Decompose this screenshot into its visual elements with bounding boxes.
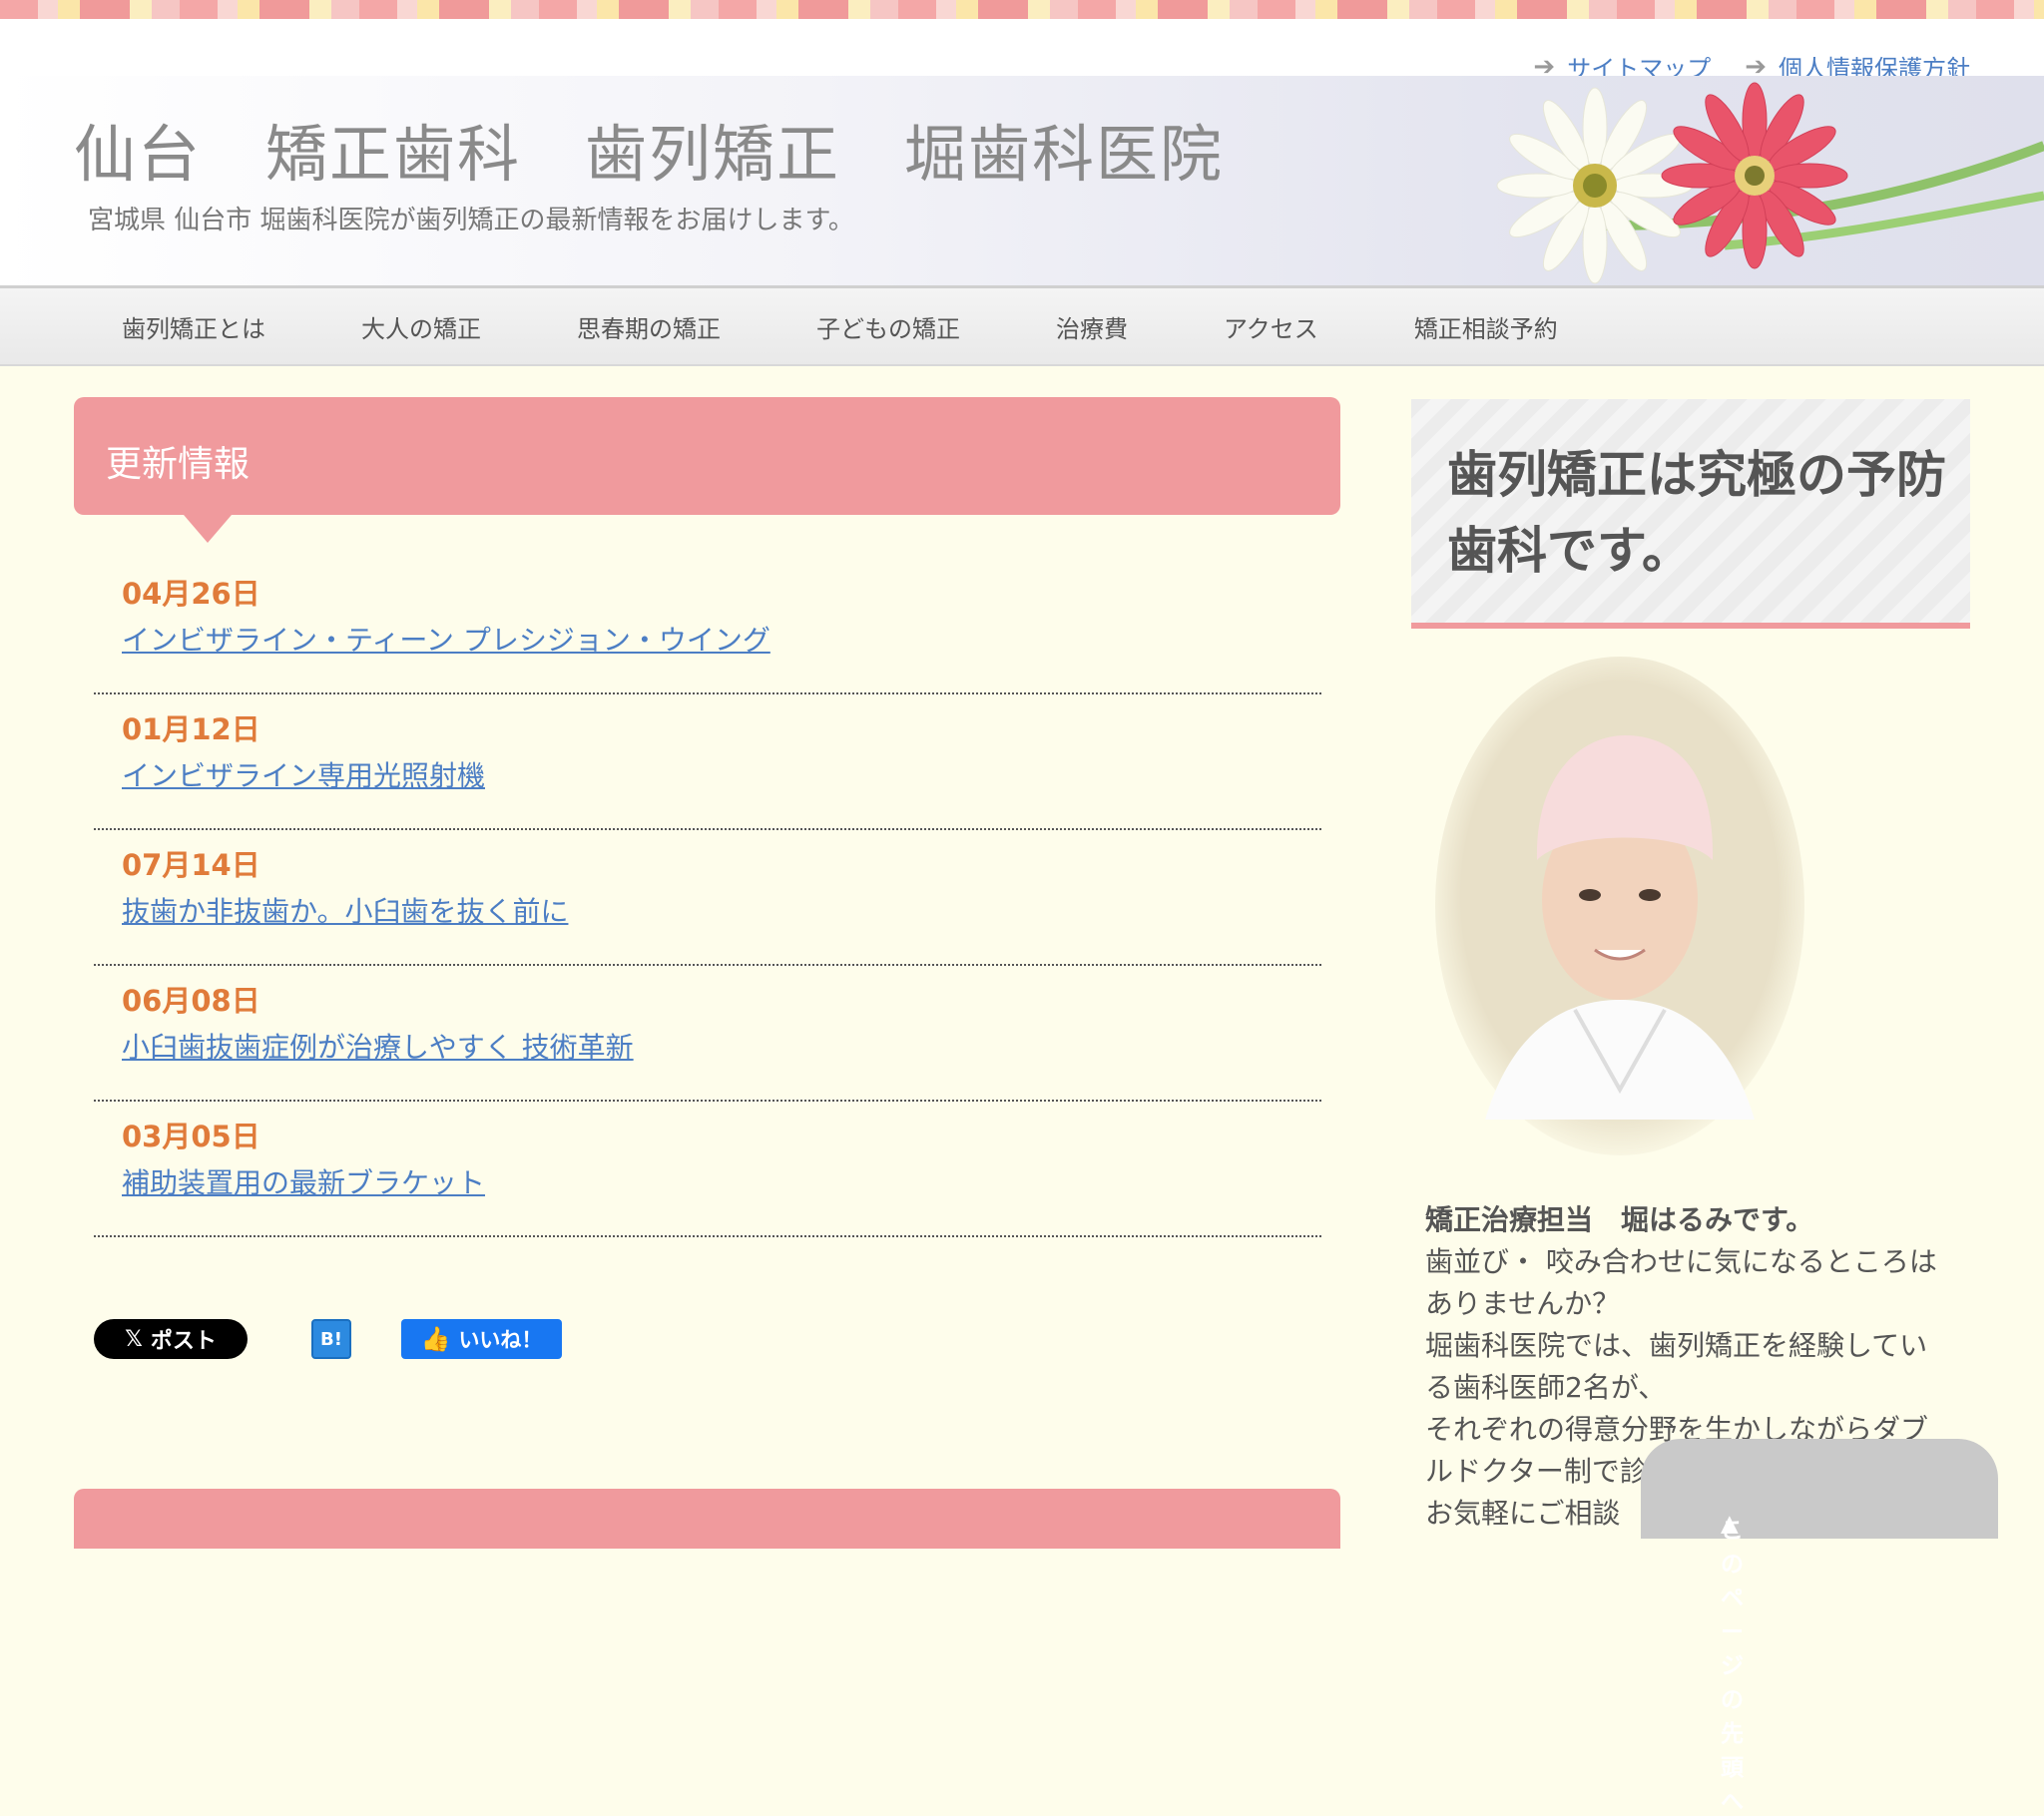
- site-banner: 仙台 矯正歯科 歯列矯正 堀歯科医院 宮城県 仙台市 堀歯科医院が歯列矯正の最新…: [0, 76, 2044, 288]
- nav-item-adult[interactable]: 大人の矯正: [361, 309, 481, 344]
- header-top-bar: ➔ サイトマップ ➔ 個人情報保護方針: [0, 19, 2044, 83]
- thumbs-up-icon: 👍: [420, 1325, 451, 1353]
- sidebar-intro-line: 堀歯科医院では、歯列矯正を経験してい: [1425, 1329, 1928, 1362]
- site-title[interactable]: 仙台 矯正歯科 歯列矯正 堀歯科医院: [74, 104, 1224, 194]
- news-date: 01月12日: [122, 712, 260, 746]
- news-date: 03月05日: [122, 1120, 260, 1153]
- doctor-portrait: [1425, 651, 1814, 1161]
- news-date: 06月08日: [122, 984, 260, 1018]
- news-link[interactable]: インビザライン専用光照射機: [122, 754, 485, 794]
- top-stripe-band: [0, 0, 2044, 19]
- site-subtitle: 宮城県 仙台市 堀歯科医院が歯列矯正の最新情報をお届けします。: [88, 206, 854, 235]
- sidebar-intro-lead: 矯正治療担当 堀はるみです。: [1425, 1203, 1814, 1236]
- news-date: 04月26日: [122, 577, 260, 611]
- news-link[interactable]: 小臼歯抜歯症例が治療しやすく 技術革新: [122, 1026, 634, 1066]
- sidebar-banner-text: 歯列矯正は究極の予防歯科です。: [1447, 446, 1946, 580]
- heading-pointer: [184, 515, 232, 543]
- news-date: 07月14日: [122, 848, 260, 882]
- x-logo-icon: 𝕏: [125, 1326, 143, 1352]
- nav-item-fees[interactable]: 治療費: [1056, 309, 1128, 344]
- news-list: 04月26日 インビザライン・ティーン プレシジョン・ウイング 01月12日 イ…: [94, 559, 1321, 1237]
- list-item: 06月08日 小臼歯抜歯症例が治療しやすく 技術革新: [94, 966, 1321, 1102]
- news-heading: 更新情報: [106, 444, 251, 485]
- list-item: 04月26日 インビザライン・ティーン プレシジョン・ウイング: [94, 559, 1321, 694]
- sidebar-intro-line: 歯並び・ 咬み合わせに気になるところは: [1425, 1245, 1937, 1278]
- nav-item-consultation[interactable]: 矯正相談予約: [1414, 309, 1558, 344]
- x-post-button[interactable]: 𝕏 ポスト: [94, 1319, 248, 1359]
- news-link[interactable]: 抜歯か非抜歯か。小臼歯を抜く前に: [122, 890, 568, 930]
- sidebar-intro-line: る歯科医師2名が、: [1425, 1371, 1667, 1404]
- list-item: 03月05日 補助装置用の最新ブラケット: [94, 1102, 1321, 1237]
- news-heading-box: 更新情報: [74, 397, 1340, 543]
- flower-image: [1496, 82, 2044, 284]
- sidebar-banner: 歯列矯正は究極の予防歯科です。: [1411, 399, 1970, 629]
- nav-item-adolescent[interactable]: 思春期の矯正: [577, 309, 721, 344]
- list-item: 01月12日 インビザライン専用光照射機: [94, 694, 1321, 830]
- back-to-top-button[interactable]: ▲ このページの先頭へ: [1641, 1439, 1998, 1815]
- news-link[interactable]: インビザライン・ティーン プレシジョン・ウイング: [122, 619, 770, 659]
- nav-item-about-orthodontics[interactable]: 歯列矯正とは: [122, 309, 265, 344]
- hatena-bookmark-button[interactable]: B!: [311, 1319, 351, 1359]
- social-buttons: 𝕏 ポスト B! 👍 いいね！: [94, 1319, 562, 1359]
- global-nav: 歯列矯正とは 大人の矯正 思春期の矯正 子どもの矯正 治療費 アクセス 矯正相談…: [0, 288, 2044, 366]
- sidebar-intro-line: ありませんか？: [1425, 1287, 1621, 1320]
- facebook-like-button[interactable]: 👍 いいね！: [401, 1319, 562, 1359]
- next-section-heading: [74, 1489, 1340, 1549]
- news-link[interactable]: 補助装置用の最新ブラケット: [122, 1161, 485, 1201]
- nav-item-access[interactable]: アクセス: [1224, 309, 1318, 344]
- list-item: 07月14日 抜歯か非抜歯か。小臼歯を抜く前に: [94, 830, 1321, 966]
- nav-item-children[interactable]: 子どもの矯正: [816, 309, 960, 344]
